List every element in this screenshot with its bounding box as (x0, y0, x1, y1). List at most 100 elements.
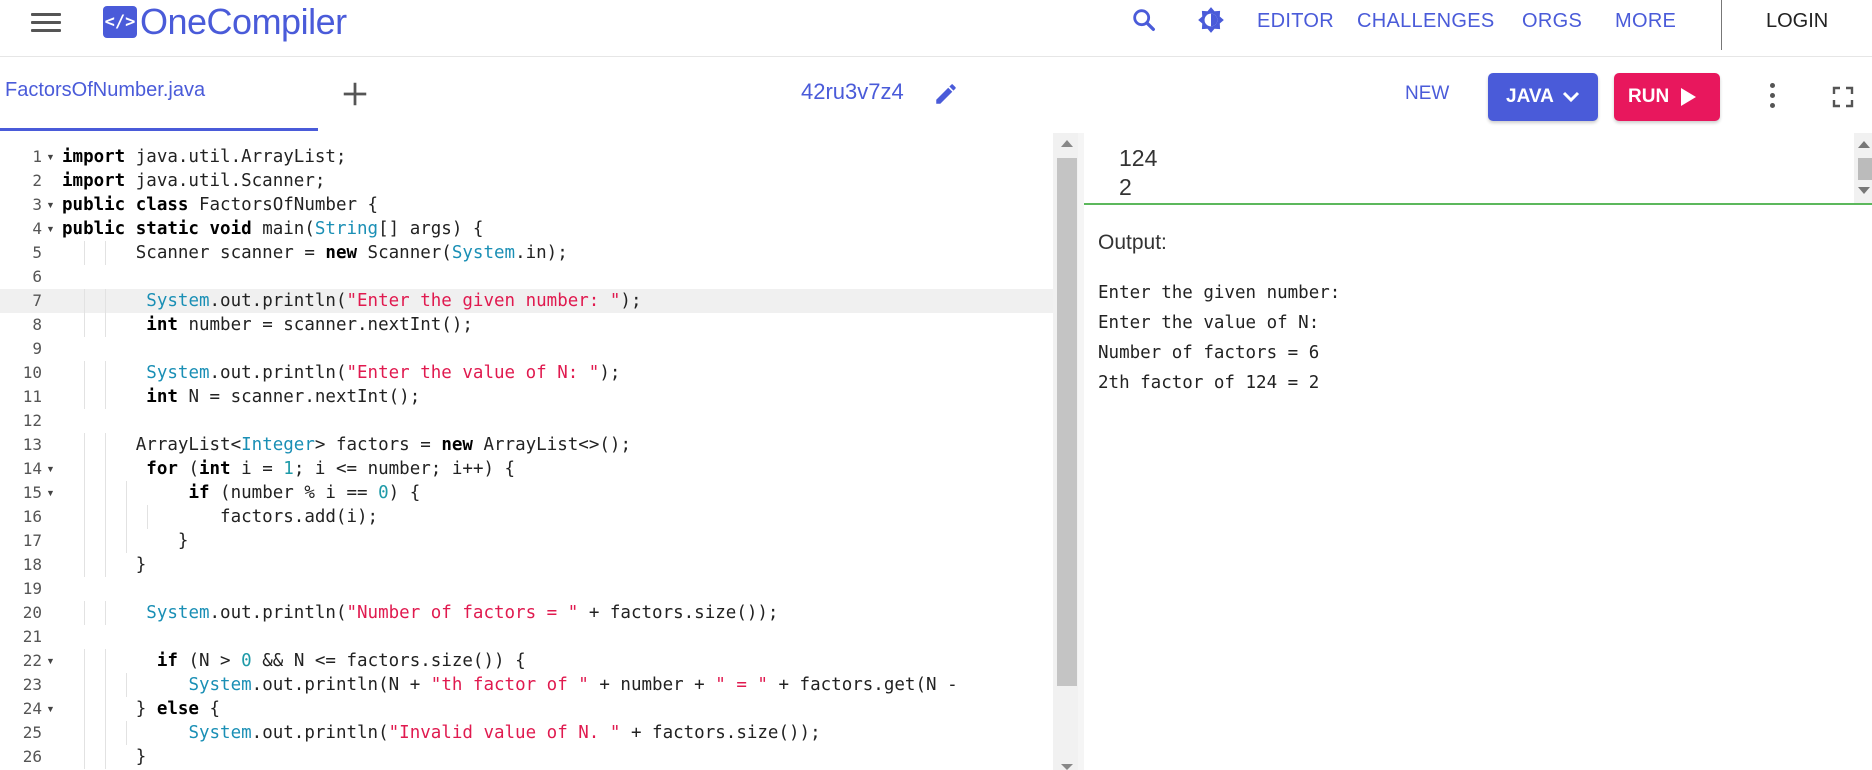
fullscreen-icon[interactable] (1831, 85, 1855, 109)
login-link[interactable]: LOGIN (1766, 10, 1828, 33)
code-token: public class (62, 195, 189, 215)
line-number: 18 (22, 555, 42, 574)
code-token: System (146, 603, 210, 623)
code-line[interactable]: System.out.println("Enter the value of N… (62, 361, 620, 385)
project-id[interactable]: 42ru3v7z4 (801, 79, 904, 105)
run-label: RUN (1628, 86, 1670, 107)
fold-toggle-icon[interactable]: ▼ (46, 649, 55, 673)
code-token: if (188, 483, 210, 503)
code-line[interactable]: if (N > 0 && N <= factors.size()) { (62, 649, 526, 673)
nav-challenges[interactable]: CHALLENGES (1357, 10, 1495, 33)
code-token: Scanner scanner = (62, 243, 326, 263)
editor-scrollbar-thumb[interactable] (1057, 158, 1077, 686)
code-line[interactable]: ArrayList<Integer> factors = new ArrayLi… (62, 433, 631, 457)
top-navbar: </> OneCompiler EDITOR CHALLENGES ORGS M… (0, 0, 1872, 57)
code-token: Integer (241, 435, 315, 455)
code-token: java.util.Scanner; (125, 171, 326, 191)
code-line[interactable]: } (62, 553, 147, 577)
stdin-scroll-down-icon[interactable] (1858, 187, 1870, 194)
nav-orgs[interactable]: ORGS (1522, 10, 1582, 33)
editor-scroll-up-icon[interactable] (1061, 140, 1073, 147)
code-line[interactable]: System.out.println(N + "th factor of " +… (62, 673, 958, 697)
fold-toggle-icon[interactable]: ▼ (46, 193, 55, 217)
code-token: + factors.size()); (620, 723, 821, 743)
code-token: "th factor of " (430, 675, 589, 695)
code-area[interactable]: import java.util.ArrayList; import java.u… (62, 133, 1053, 770)
code-token: ); (620, 291, 642, 311)
line-number: 16 (22, 507, 42, 526)
stdin-scroll-up-icon[interactable] (1858, 141, 1870, 148)
panel-splitter[interactable] (1078, 133, 1084, 770)
file-tab[interactable]: FactorsOfNumber.java (0, 79, 318, 127)
fold-toggle-icon[interactable]: ▼ (46, 481, 55, 505)
code-line[interactable]: System.out.println("Invalid value of N. … (62, 721, 821, 745)
nav-more[interactable]: MORE (1615, 10, 1676, 33)
fold-toggle-icon[interactable]: ▼ (46, 457, 55, 481)
fold-toggle-icon[interactable]: ▼ (46, 145, 55, 169)
code-token: + factors.get(N - (767, 675, 958, 695)
code-token: } (62, 699, 157, 719)
stdin-scrollbar-thumb[interactable] (1858, 158, 1872, 180)
code-token: + number + (588, 675, 716, 695)
code-token: N = scanner.nextInt(); (177, 387, 421, 407)
add-file-icon[interactable] (340, 79, 370, 109)
code-token: int (146, 315, 178, 335)
editor-scroll-down-icon[interactable] (1061, 764, 1073, 770)
new-button[interactable]: NEW (1405, 83, 1449, 105)
fold-toggle-icon[interactable]: ▼ (46, 697, 55, 721)
code-token: { (198, 699, 221, 719)
line-number: 2 (32, 171, 42, 190)
code-line[interactable]: } else { (62, 697, 220, 721)
stdin-divider (1084, 203, 1872, 205)
code-token: import (62, 147, 126, 167)
code-line[interactable]: public class FactorsOfNumber { (62, 193, 378, 217)
code-token: (number % i == (209, 483, 379, 503)
fold-toggle-icon[interactable]: ▼ (46, 217, 55, 241)
play-icon (1681, 88, 1697, 106)
code-line[interactable]: for (int i = 1; i <= number; i++) { (62, 457, 515, 481)
code-line[interactable]: int N = scanner.nextInt(); (62, 385, 420, 409)
code-line[interactable]: System.out.println("Number of factors = … (62, 601, 778, 625)
stdin-input[interactable]: 124 2 (1084, 133, 1854, 203)
code-line[interactable]: import java.util.Scanner; (62, 169, 325, 193)
code-editor[interactable]: 1 ▼ 2 3 ▼ 4 ▼ 5 6 7 8 9 10 11 12 13 14 ▼ 15 ▼ 16 17 18 19 20 21 22… (0, 133, 1078, 770)
code-token: if (156, 651, 178, 671)
code-line[interactable]: Scanner scanner = new Scanner(System.in)… (62, 241, 568, 265)
code-token: ) { (388, 483, 421, 503)
code-line[interactable]: factors.add(i); (62, 505, 378, 529)
code-line[interactable]: } (62, 745, 147, 769)
more-options-icon[interactable] (1762, 83, 1782, 113)
line-number: 11 (22, 387, 42, 406)
code-line[interactable]: } (62, 529, 189, 553)
menu-icon[interactable] (31, 10, 61, 34)
code-line[interactable]: System.out.println("Enter the given numb… (62, 289, 642, 313)
line-number: 8 (32, 315, 42, 334)
logo[interactable]: </> OneCompiler (103, 1, 347, 42)
code-line[interactable]: if (number % i == 0) { (62, 481, 420, 505)
code-token: ( (177, 459, 199, 479)
code-token: ); (599, 363, 621, 383)
code-line[interactable]: public static void main(String[] args) { (62, 217, 483, 241)
output-line: Enter the given number: (1098, 283, 1341, 303)
search-icon[interactable] (1130, 6, 1158, 34)
theme-toggle-icon[interactable] (1197, 6, 1225, 34)
language-select-button[interactable]: JAVA (1488, 73, 1598, 121)
logo-text: OneCompiler (140, 1, 347, 42)
line-number: 3 (32, 195, 42, 214)
nav-editor[interactable]: EDITOR (1257, 10, 1334, 33)
code-token: .out.println( (209, 603, 347, 623)
code-token: java.util.ArrayList; (125, 147, 347, 167)
code-token: factors.add(i); (62, 507, 379, 527)
line-number: 19 (22, 579, 42, 598)
run-button[interactable]: RUN (1614, 73, 1720, 121)
code-line[interactable]: int number = scanner.nextInt(); (62, 313, 473, 337)
code-line[interactable]: import java.util.ArrayList; (62, 145, 346, 169)
active-tab-indicator (0, 128, 318, 131)
code-token: .out.println(N + (251, 675, 431, 695)
logo-badge: </> (103, 6, 137, 38)
edit-pencil-icon[interactable] (933, 81, 959, 107)
output-line: 2th factor of 124 = 2 (1098, 373, 1320, 393)
code-token: ; i <= number; i++) { (293, 459, 516, 479)
